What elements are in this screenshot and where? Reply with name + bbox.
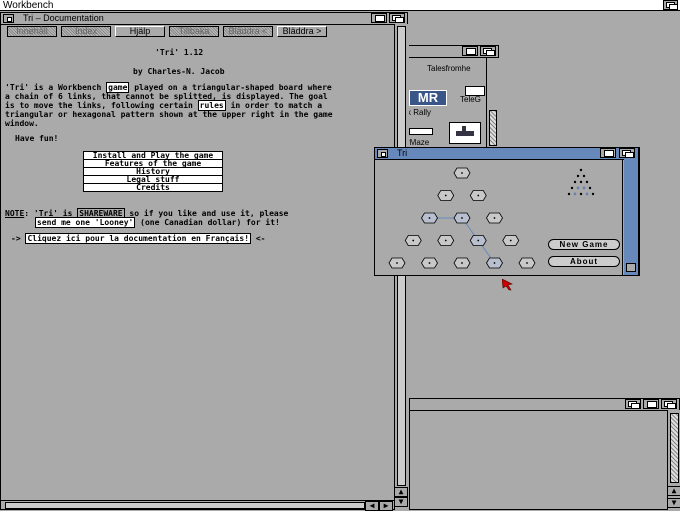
empty-window: ▲ ▼ <box>409 398 680 510</box>
drawer-item-label[interactable]: x Rally <box>407 108 431 117</box>
browse-prev-button[interactable]: Bläddra < <box>223 26 273 37</box>
doc-line: triangular or hexagonal pattern shown at… <box>5 110 333 119</box>
french-line: -> Cliquez ici pour la documentation en … <box>11 233 266 244</box>
close-gadget-icon[interactable] <box>377 149 388 158</box>
cell-dot <box>509 239 512 242</box>
drawer-item-label[interactable]: rMaze <box>407 138 429 147</box>
drawer-item-label[interactable]: Talesfromhe <box>427 64 471 73</box>
drawer-item-label[interactable]: TeleG <box>460 95 481 104</box>
scroll-knob[interactable] <box>5 502 365 509</box>
drawer-title-bar[interactable] <box>405 46 498 58</box>
cell-dot <box>428 217 431 219</box>
cell-dot <box>396 262 398 264</box>
cell-dot <box>526 262 528 264</box>
mouse-pointer-icon <box>502 279 513 291</box>
scroll-knob[interactable] <box>670 413 679 483</box>
scroll-down-icon[interactable]: ▼ <box>394 497 408 507</box>
iconify-gadget-icon[interactable] <box>625 399 641 409</box>
scroll-up-icon[interactable]: ▲ <box>667 486 680 496</box>
text-run: is to move the links, following certain <box>5 101 198 110</box>
doc-horizontal-scrollbar[interactable]: ◀ ▶ <box>1 500 394 511</box>
about-button[interactable]: About <box>548 256 620 267</box>
zoom-gadget-icon[interactable] <box>600 148 616 158</box>
close-gadget-icon[interactable] <box>3 14 14 23</box>
depth-gadget-icon[interactable] <box>619 148 635 158</box>
cell-dot <box>428 262 431 264</box>
scroll-down-icon[interactable]: ▼ <box>667 498 680 508</box>
screen-depth-gadget[interactable] <box>663 0 678 10</box>
doc-window-title: Tri – Documentation <box>23 13 104 23</box>
tri-game-window: Tri New Game About <box>374 147 640 276</box>
text-run: in order to match a <box>225 101 323 110</box>
text-run: <- <box>251 234 266 243</box>
tri-window-border <box>624 159 638 275</box>
scroll-up-icon[interactable]: ▲ <box>394 487 408 497</box>
french-doc-link[interactable]: Cliquez ici pour la documentation en Fra… <box>25 233 252 244</box>
credits-link[interactable]: Credits <box>83 183 223 192</box>
disk-icon[interactable] <box>409 128 433 135</box>
looney-link[interactable]: send me one 'Looney' <box>35 217 136 228</box>
tri-board-area: New Game About <box>375 159 623 275</box>
browse-next-button[interactable]: Bläddra > <box>277 26 327 37</box>
cell-dot <box>444 194 447 197</box>
retrace-button[interactable]: Tillbaka <box>169 26 219 37</box>
doc-title-bar[interactable]: Tri – Documentation <box>1 13 407 25</box>
new-game-button[interactable]: New Game <box>548 239 620 250</box>
text-run: played on a triangular-shaped board wher… <box>129 83 332 92</box>
doc-author: by Charles-N. Jacob <box>133 67 225 76</box>
cell-dot <box>477 194 480 197</box>
screen-title-bar: Workbench <box>0 0 680 11</box>
doc-line: window. <box>5 119 39 128</box>
cell-dot <box>493 217 496 219</box>
have-fun-text: Have fun! <box>15 134 59 143</box>
depth-gadget-icon[interactable] <box>389 13 405 23</box>
text-run: so if you like and use it, please <box>124 209 289 218</box>
cell-dot <box>493 262 496 264</box>
zoom-gadget-icon[interactable] <box>371 13 387 23</box>
screen-title: Workbench <box>3 0 54 11</box>
index-button[interactable]: Index <box>61 26 111 37</box>
cell-dot <box>461 217 463 219</box>
size-gadget-icon[interactable] <box>626 263 636 272</box>
window-scrollbar[interactable]: ▲ ▼ <box>667 410 680 510</box>
depth-gadget-icon[interactable] <box>661 399 677 409</box>
depth-gadget-icon[interactable] <box>480 46 496 56</box>
rally-logo-icon[interactable]: MR <box>409 90 447 106</box>
text-run: (one Canadian dollar) for it! <box>135 218 280 227</box>
cell-dot <box>461 262 463 264</box>
zoom-gadget-icon[interactable] <box>643 399 659 409</box>
text-run: 'Tri' is a Workbench <box>5 83 107 92</box>
cell-dot <box>444 239 447 242</box>
cell-dot <box>477 239 480 242</box>
target-pattern-icon <box>567 168 595 196</box>
scroll-knob[interactable] <box>489 110 497 146</box>
zoom-gadget-icon[interactable] <box>462 46 478 56</box>
help-button[interactable]: Hjälp <box>115 26 165 37</box>
drawer-scrollbar[interactable] <box>486 58 499 154</box>
doc-heading: 'Tri' 1.12 <box>155 48 204 57</box>
game-icon[interactable] <box>449 122 481 144</box>
contents-button[interactable]: Innehåll <box>7 26 57 37</box>
empty-window-title-bar[interactable] <box>410 399 679 411</box>
documentation-window: Tri – Documentation Innehåll Index Hjälp… <box>0 12 409 511</box>
note-line: send me one 'Looney' (one Canadian dolla… <box>35 217 280 228</box>
drawer-window: Talesfromhe TeleG MR x Rally rMaze <box>404 45 499 155</box>
tri-window-title: Tri <box>397 148 408 158</box>
cell-dot <box>461 172 463 174</box>
cell-dot <box>412 239 415 242</box>
note-label: NOTE <box>5 209 25 218</box>
text-run: -> <box>11 234 26 243</box>
